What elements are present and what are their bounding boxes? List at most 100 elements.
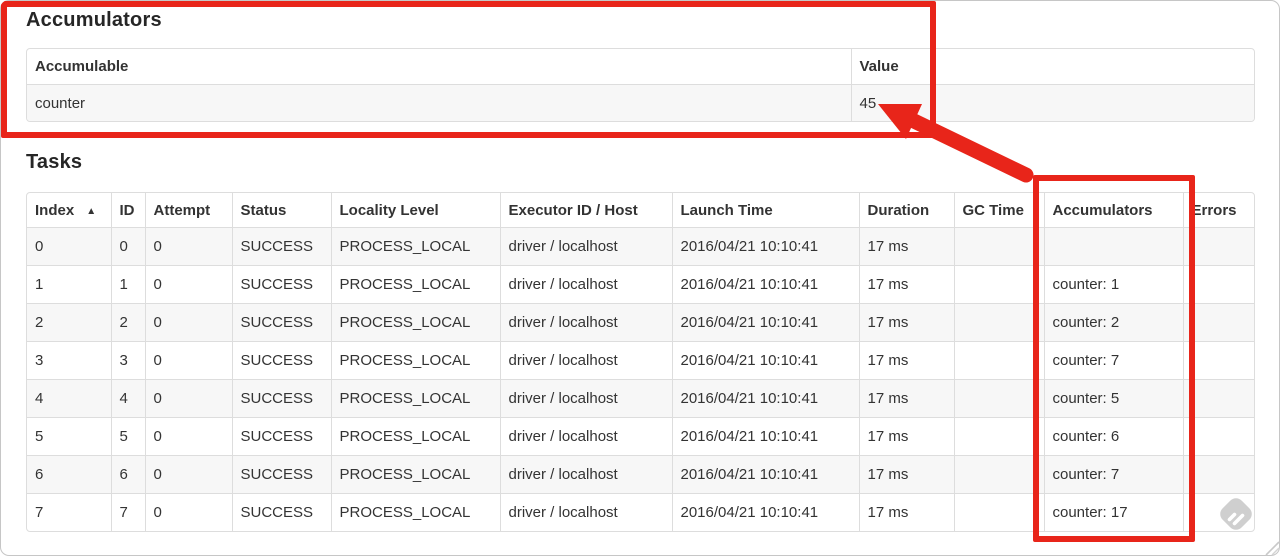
executor-id-host-cell: driver / localhost xyxy=(499,303,672,342)
col-header-executor-id-host[interactable]: Executor ID / Host xyxy=(499,193,672,228)
errors-cell xyxy=(1182,303,1254,342)
duration-cell: 17 ms xyxy=(858,417,954,456)
accumulators-cell: counter: 7 xyxy=(1043,341,1183,380)
task-row: 4 4 0 SUCCESS PROCESS_LOCAL driver / localhos… xyxy=(27,379,1254,418)
tasks-section-title: Tasks xyxy=(26,151,83,173)
accumulators-cell: counter: 6 xyxy=(1043,417,1183,456)
col-header-attempt[interactable]: Attempt xyxy=(144,193,232,228)
resize-grip-icon[interactable] xyxy=(1262,538,1280,556)
gc-time-cell xyxy=(953,417,1044,456)
id-cell: 5 xyxy=(110,417,145,456)
col-header-errors[interactable]: Errors xyxy=(1182,193,1254,228)
locality-level-cell: PROCESS_LOCAL xyxy=(330,341,500,380)
accumulators-cell: counter: 17 xyxy=(1043,493,1183,531)
launch-time-cell: 2016/04/21 10:10:41 xyxy=(671,455,859,494)
errors-cell xyxy=(1182,417,1254,456)
col-header-status[interactable]: Status xyxy=(231,193,331,228)
tasks-header-row: Index ▲ ID Attempt Status Locality Level Execu… xyxy=(27,193,1254,228)
gc-time-cell xyxy=(953,227,1044,266)
duration-cell: 17 ms xyxy=(858,341,954,380)
gc-time-cell xyxy=(953,303,1044,342)
duration-cell: 17 ms xyxy=(858,265,954,304)
locality-level-cell: PROCESS_LOCAL xyxy=(330,455,500,494)
status-cell: SUCCESS xyxy=(231,265,331,304)
launch-time-cell: 2016/04/21 10:10:41 xyxy=(671,265,859,304)
index-cell: 3 xyxy=(27,341,111,380)
tasks-table: Index ▲ ID Attempt Status Locality Level Execu… xyxy=(26,192,1255,532)
locality-level-cell: PROCESS_LOCAL xyxy=(330,417,500,456)
duration-cell: 17 ms xyxy=(858,493,954,531)
accumulable-name-cell: counter xyxy=(27,84,851,121)
col-header-accumulators[interactable]: Accumulators xyxy=(1043,193,1183,228)
gc-time-cell xyxy=(953,265,1044,304)
duration-cell: 17 ms xyxy=(858,455,954,494)
errors-cell xyxy=(1182,341,1254,380)
gc-time-cell xyxy=(953,379,1044,418)
duration-cell: 17 ms xyxy=(858,379,954,418)
id-cell: 6 xyxy=(110,455,145,494)
attempt-cell: 0 xyxy=(144,265,232,304)
attempt-cell: 0 xyxy=(144,455,232,494)
executor-id-host-cell: driver / localhost xyxy=(499,341,672,380)
errors-cell xyxy=(1182,227,1254,266)
status-cell: SUCCESS xyxy=(231,303,331,342)
errors-cell xyxy=(1182,455,1254,494)
id-cell: 1 xyxy=(110,265,145,304)
attempt-cell: 0 xyxy=(144,417,232,456)
col-header-index[interactable]: Index ▲ xyxy=(27,193,111,228)
gc-time-cell xyxy=(953,455,1044,494)
attempt-cell: 0 xyxy=(144,493,232,531)
launch-time-cell: 2016/04/21 10:10:41 xyxy=(671,417,859,456)
task-row: 7 7 0 SUCCESS PROCESS_LOCAL driver / localhos… xyxy=(27,493,1254,531)
launch-time-cell: 2016/04/21 10:10:41 xyxy=(671,341,859,380)
accumulator-row: counter 45 xyxy=(27,84,1254,121)
index-cell: 0 xyxy=(27,227,111,266)
index-cell: 5 xyxy=(27,417,111,456)
executor-id-host-cell: driver / localhost xyxy=(499,379,672,418)
id-cell: 0 xyxy=(110,227,145,266)
executor-id-host-cell: driver / localhost xyxy=(499,417,672,456)
col-header-accumulable[interactable]: Accumulable xyxy=(27,49,851,85)
col-header-id[interactable]: ID xyxy=(110,193,145,228)
accumulators-section-title: Accumulators xyxy=(26,9,162,31)
tasks-table-body: 0 0 0 SUCCESS PROCESS_LOCAL driver / localhos… xyxy=(27,227,1254,531)
locality-level-cell: PROCESS_LOCAL xyxy=(330,379,500,418)
accumulators-cell: counter: 7 xyxy=(1043,455,1183,494)
status-cell: SUCCESS xyxy=(231,417,331,456)
locality-level-cell: PROCESS_LOCAL xyxy=(330,227,500,266)
id-cell: 3 xyxy=(110,341,145,380)
task-row: 5 5 0 SUCCESS PROCESS_LOCAL driver / localhos… xyxy=(27,417,1254,456)
task-row: 2 2 0 SUCCESS PROCESS_LOCAL driver / localhos… xyxy=(27,303,1254,342)
task-row: 3 3 0 SUCCESS PROCESS_LOCAL driver / localhos… xyxy=(27,341,1254,380)
col-header-locality-level[interactable]: Locality Level xyxy=(330,193,500,228)
task-row: 0 0 0 SUCCESS PROCESS_LOCAL driver / localhos… xyxy=(27,227,1254,266)
launch-time-cell: 2016/04/21 10:10:41 xyxy=(671,227,859,266)
col-header-duration[interactable]: Duration xyxy=(858,193,954,228)
locality-level-cell: PROCESS_LOCAL xyxy=(330,265,500,304)
accumulable-value-cell: 45 xyxy=(850,84,1254,121)
col-header-launch-time[interactable]: Launch Time xyxy=(671,193,859,228)
executor-id-host-cell: driver / localhost xyxy=(499,265,672,304)
locality-level-cell: PROCESS_LOCAL xyxy=(330,303,500,342)
attempt-cell: 0 xyxy=(144,227,232,266)
attempt-cell: 0 xyxy=(144,379,232,418)
id-cell: 7 xyxy=(110,493,145,531)
col-header-value[interactable]: Value xyxy=(850,49,1254,85)
executor-id-host-cell: driver / localhost xyxy=(499,455,672,494)
task-row: 6 6 0 SUCCESS PROCESS_LOCAL driver / localhos… xyxy=(27,455,1254,494)
index-cell: 2 xyxy=(27,303,111,342)
errors-cell xyxy=(1182,265,1254,304)
index-cell: 1 xyxy=(27,265,111,304)
index-cell: 7 xyxy=(27,493,111,531)
gc-time-cell xyxy=(953,493,1044,531)
status-cell: SUCCESS xyxy=(231,341,331,380)
duration-cell: 17 ms xyxy=(858,227,954,266)
col-header-gc-time[interactable]: GC Time xyxy=(953,193,1044,228)
errors-cell xyxy=(1182,379,1254,418)
id-cell: 2 xyxy=(110,303,145,342)
index-cell: 6 xyxy=(27,455,111,494)
launch-time-cell: 2016/04/21 10:10:41 xyxy=(671,379,859,418)
status-cell: SUCCESS xyxy=(231,493,331,531)
gc-time-cell xyxy=(953,341,1044,380)
accumulators-cell: counter: 1 xyxy=(1043,265,1183,304)
